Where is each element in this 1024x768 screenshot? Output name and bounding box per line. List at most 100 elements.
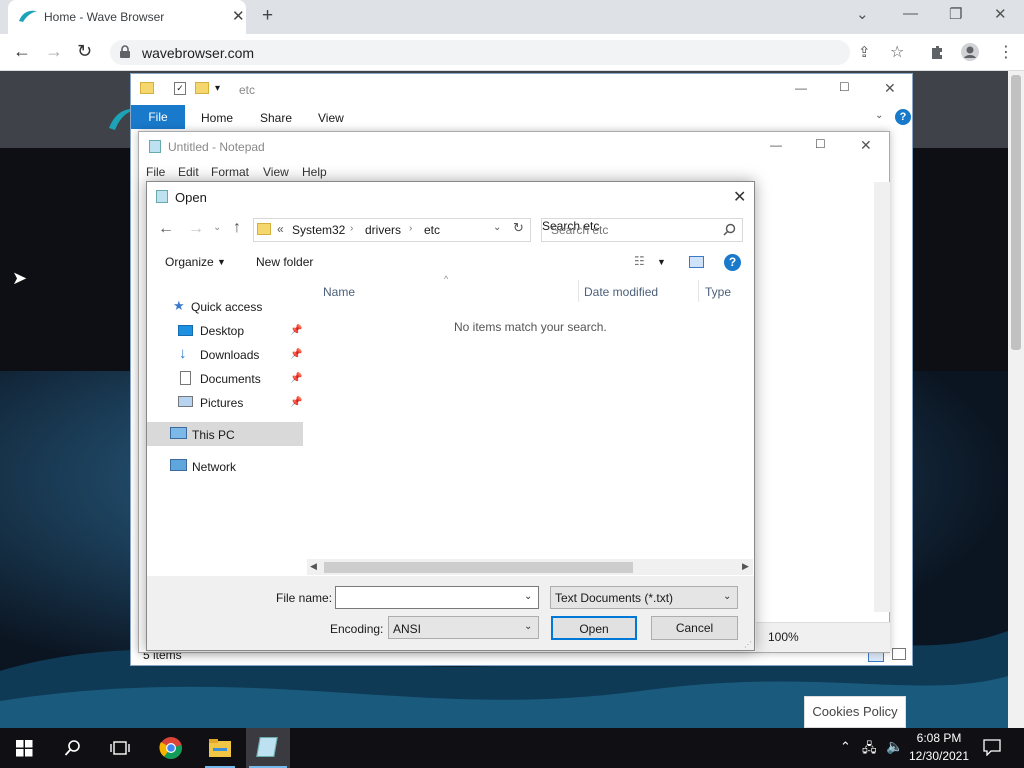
quick-access-dropdown-icon[interactable]: ▾ [215, 83, 220, 94]
notepad-vertical-scrollbar[interactable] [874, 182, 890, 612]
close-icon[interactable]: ✕ [994, 5, 1007, 23]
pin-icon[interactable]: 📌 [290, 349, 302, 360]
extensions-icon[interactable] [929, 44, 945, 60]
file-explorer-icon[interactable] [208, 738, 232, 758]
explorer-maximize-icon[interactable]: ☐ [839, 80, 850, 94]
column-divider[interactable] [578, 280, 579, 302]
tab-close-icon[interactable]: ✕ [232, 7, 245, 25]
restore-icon[interactable]: ❐ [949, 5, 962, 23]
help-icon[interactable]: ? [895, 109, 911, 125]
properties-icon[interactable]: ✓ [174, 82, 186, 95]
breadcrumb-drivers[interactable]: drivers [365, 223, 401, 237]
notepad-menu-help[interactable]: Help [302, 165, 327, 179]
notepad-title: Untitled - Notepad [168, 140, 265, 154]
encoding-dropdown-icon[interactable]: ⌄ [524, 621, 532, 632]
this-pc-icon [170, 427, 187, 439]
recent-locations-icon[interactable]: ⌄ [213, 222, 221, 233]
bookmark-star-icon[interactable]: ☆ [890, 42, 904, 62]
new-folder-icon[interactable] [195, 82, 209, 94]
notepad-menu-format[interactable]: Format [211, 165, 249, 179]
nav-desktop[interactable]: Desktop [200, 324, 244, 338]
notepad-maximize-icon[interactable]: ☐ [815, 137, 826, 151]
menu-icon[interactable]: ⋮ [998, 42, 1014, 62]
forward-icon[interactable]: → [45, 41, 63, 62]
tab-title: Home - Wave Browser [44, 10, 165, 24]
notifications-icon[interactable] [983, 739, 1001, 756]
share-icon[interactable]: ⇪ [858, 43, 871, 61]
explorer-close-icon[interactable]: ✕ [884, 80, 896, 97]
page-scrollbar-thumb[interactable] [1011, 75, 1021, 350]
resize-grip-icon[interactable]: ⋰ [744, 640, 752, 649]
show-hidden-icons-icon[interactable]: ⌃ [840, 739, 851, 755]
tab-search-icon[interactable]: ⌄ [856, 5, 869, 23]
notepad-close-icon[interactable]: ✕ [860, 137, 872, 154]
back-icon[interactable]: ← [13, 41, 31, 62]
nav-this-pc[interactable]: This PC [192, 428, 235, 442]
pin-icon[interactable]: 📌 [290, 397, 302, 408]
documents-icon [180, 371, 191, 385]
view-dropdown-icon[interactable]: ▼ [657, 257, 666, 267]
chrome-icon[interactable] [159, 736, 183, 760]
column-type[interactable]: Type [705, 285, 731, 299]
volume-muted-icon[interactable]: 🔈 [886, 738, 903, 755]
new-tab-icon[interactable]: + [262, 5, 273, 27]
new-folder-button[interactable]: New folder [256, 255, 313, 269]
scroll-right-icon[interactable]: ▶ [742, 561, 749, 572]
minimize-icon[interactable]: — [903, 5, 918, 22]
ribbon-tab-share[interactable]: Share [260, 111, 292, 125]
preview-pane-icon[interactable] [689, 256, 704, 268]
nav-downloads[interactable]: Downloads [200, 348, 259, 362]
dialog-forward-icon[interactable]: → [188, 220, 204, 238]
refresh-icon[interactable]: ↻ [513, 220, 524, 236]
nav-documents[interactable]: Documents [200, 372, 261, 386]
ribbon-expand-icon[interactable]: ⌄ [875, 110, 883, 121]
column-divider[interactable] [698, 280, 699, 302]
column-name[interactable]: Name [323, 285, 355, 299]
dialog-help-icon[interactable]: ? [724, 254, 741, 271]
task-view-icon[interactable] [110, 739, 130, 757]
address-dropdown-icon[interactable]: ⌄ [493, 222, 501, 233]
file-name-dropdown-icon[interactable]: ⌄ [524, 591, 532, 602]
cookies-policy-button[interactable]: Cookies Policy [804, 696, 906, 728]
up-folder-icon[interactable]: ↑ [233, 219, 241, 237]
notepad-minimize-icon[interactable]: — [770, 138, 782, 152]
file-type-dropdown-icon[interactable]: ⌄ [723, 591, 731, 602]
nav-quick-access[interactable]: Quick access [191, 300, 262, 314]
file-name-input[interactable] [335, 586, 539, 609]
breadcrumb-overflow[interactable]: « [277, 222, 284, 236]
clock-time[interactable]: 6:08 PM [908, 731, 970, 745]
notepad-menu-view[interactable]: View [263, 165, 289, 179]
pin-icon[interactable]: 📌 [290, 373, 302, 384]
clock-date[interactable]: 12/30/2021 [908, 749, 970, 763]
horizontal-scrollbar-thumb[interactable] [324, 562, 633, 573]
open-button[interactable]: Open [551, 616, 637, 640]
browser-tab[interactable]: Home - Wave Browser ✕ [8, 0, 246, 34]
notepad-menu-file[interactable]: File [146, 165, 165, 179]
taskbar-search-icon[interactable] [64, 739, 82, 757]
breadcrumb-etc[interactable]: etc [424, 223, 440, 237]
dialog-back-icon[interactable]: ← [158, 220, 174, 238]
organize-dropdown-icon[interactable]: ▼ [217, 257, 226, 267]
notepad-menu-edit[interactable]: Edit [178, 165, 199, 179]
ribbon-tab-file[interactable]: File [131, 105, 185, 129]
column-date-modified[interactable]: Date modified [584, 285, 658, 299]
profile-icon[interactable] [960, 42, 980, 62]
start-windows-icon[interactable] [16, 740, 33, 757]
nav-pictures[interactable]: Pictures [200, 396, 243, 410]
search-icon[interactable] [723, 223, 736, 236]
ribbon-tab-view[interactable]: View [318, 111, 344, 125]
large-icons-view-icon[interactable] [892, 648, 906, 660]
reload-icon[interactable]: ↻ [77, 41, 92, 62]
scroll-left-icon[interactable]: ◀ [310, 561, 317, 572]
organize-button[interactable]: Organize [165, 255, 214, 269]
ribbon-tab-home[interactable]: Home [201, 111, 233, 125]
breadcrumb-system32[interactable]: System32 [292, 223, 345, 237]
cancel-button[interactable]: Cancel [651, 616, 738, 640]
dialog-close-icon[interactable]: ✕ [733, 187, 746, 207]
pin-icon[interactable]: 📌 [290, 325, 302, 336]
change-view-icon[interactable]: ☷ [634, 254, 645, 268]
explorer-minimize-icon[interactable]: — [795, 81, 807, 95]
network-status-icon[interactable]: 🖧 [862, 739, 877, 761]
file-name-label: File name: [276, 591, 333, 605]
nav-network[interactable]: Network [192, 460, 236, 474]
